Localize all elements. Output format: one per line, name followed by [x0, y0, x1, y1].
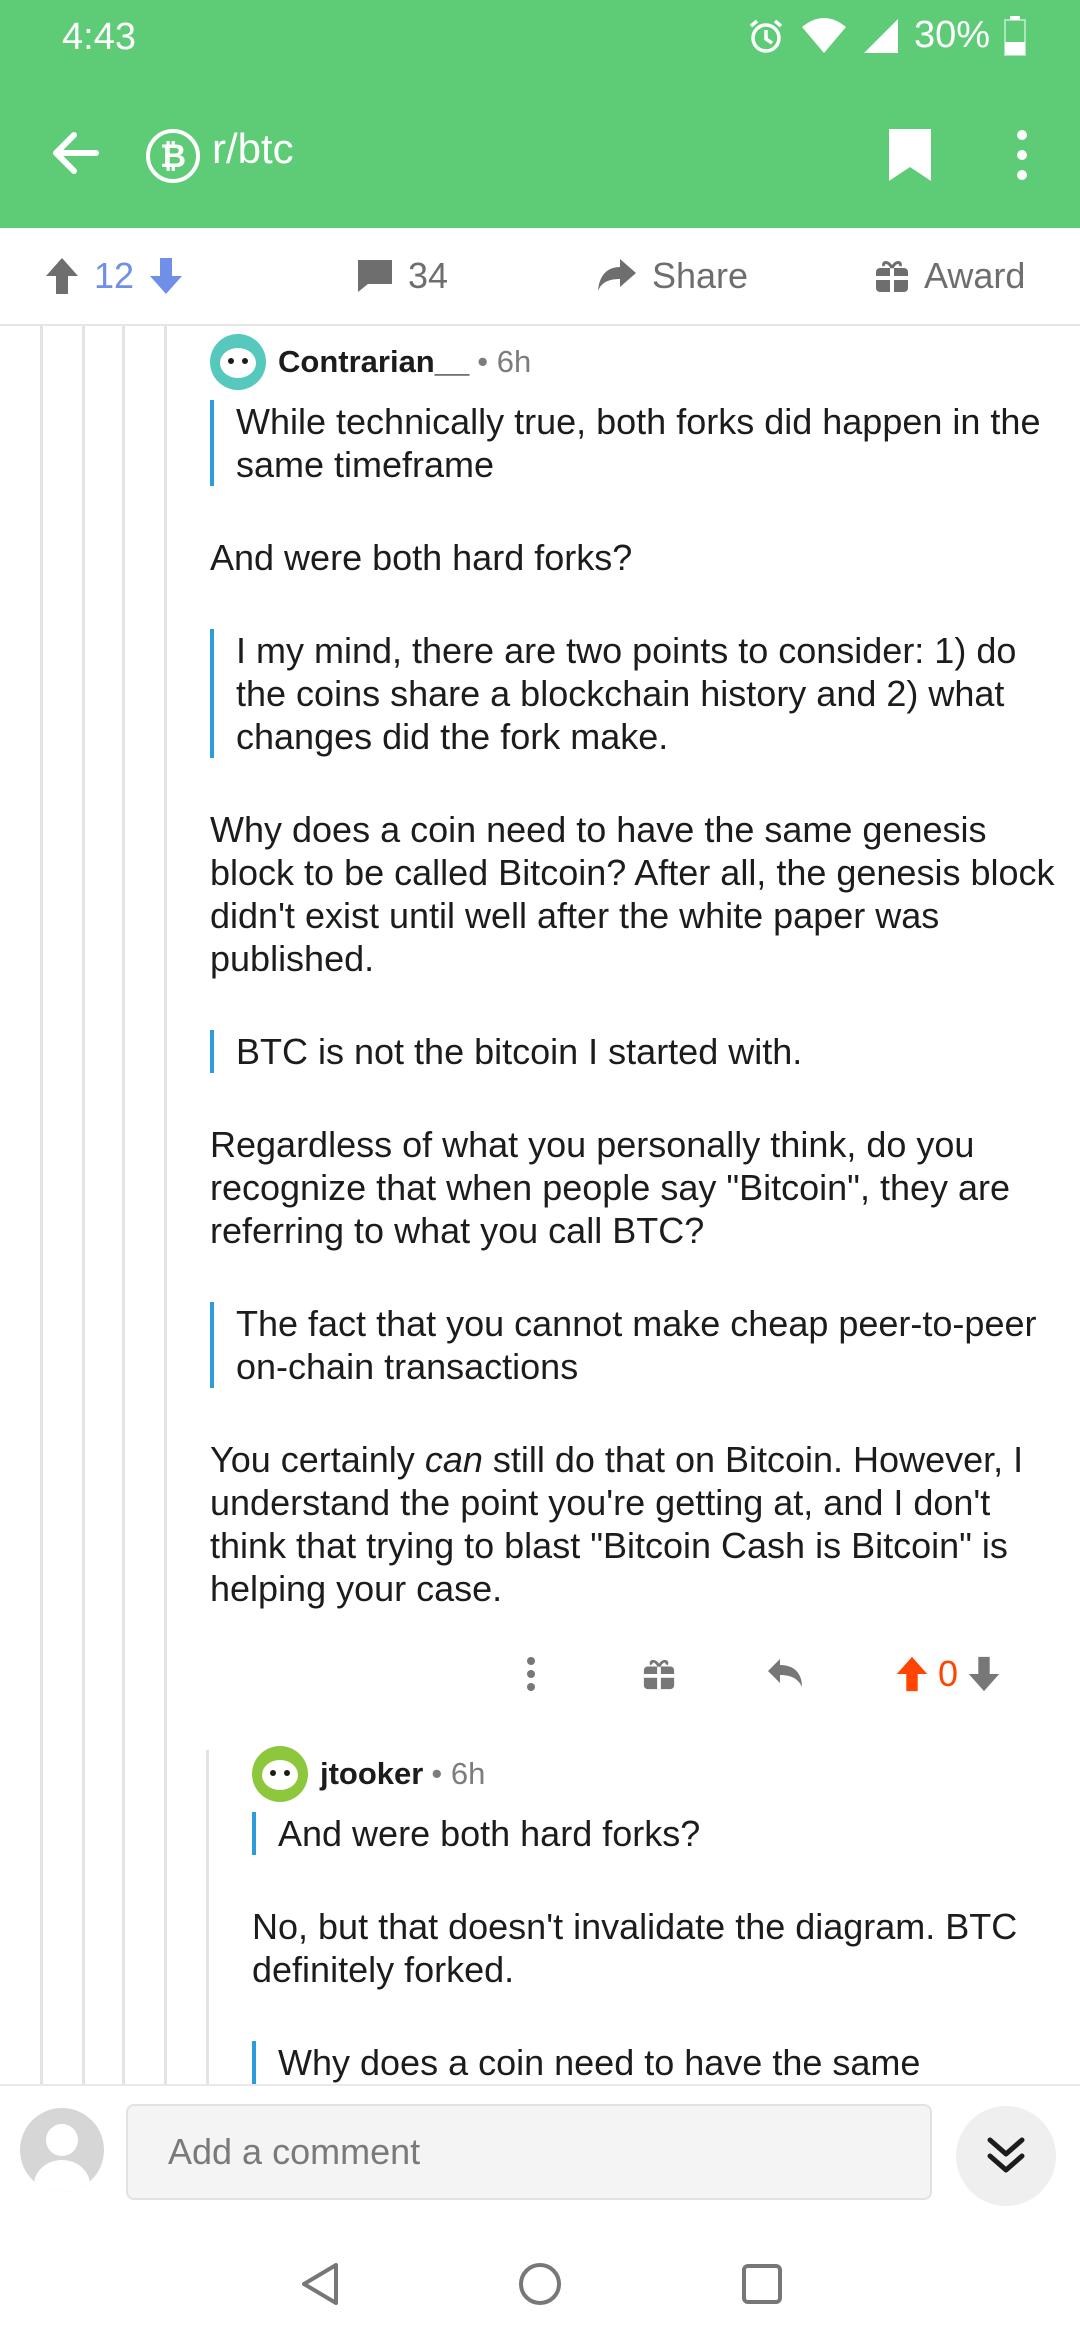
system-nav-bar	[0, 2224, 1080, 2340]
nav-recents-icon[interactable]	[732, 2254, 792, 2314]
text-emphasis: can	[424, 1439, 483, 1480]
comment-paragraph: Why does a coin need to have the same ge…	[210, 809, 1055, 979]
bookmark-icon	[889, 129, 931, 181]
signal-icon	[863, 18, 898, 53]
comment-thread: Contrarian__ • 6h While technically true…	[0, 326, 1080, 2084]
status-time: 4:43	[62, 16, 136, 58]
comment-paragraph: And were both hard forks?	[210, 537, 633, 578]
comment-paragraph: No, but that doesn't invalidate the diag…	[252, 1906, 1018, 1990]
thread-rail[interactable]	[40, 326, 43, 2084]
comment-age: 6h	[496, 344, 532, 379]
more-vert-icon[interactable]	[1000, 120, 1044, 190]
bitcoin-icon: ₿	[146, 129, 200, 183]
comment-paragraph: Regardless of what you personally think,…	[210, 1124, 1011, 1251]
comment-quote: And were both hard forks?	[252, 1812, 1060, 1855]
comment-score: 0	[938, 1653, 959, 1694]
share-icon	[598, 259, 636, 291]
comment-header: jtooker • 6h	[252, 1746, 1060, 1802]
thread-rail[interactable]	[206, 1750, 209, 2084]
comment-count: 34	[408, 255, 449, 296]
subreddit-title[interactable]: r/btc	[212, 125, 294, 173]
avatar[interactable]	[210, 334, 266, 390]
compose-bar: Add a comment	[0, 2084, 1080, 2224]
app-bar: ₿ r/btc	[0, 80, 1080, 228]
upvote-icon[interactable]	[894, 1655, 930, 1693]
award-icon	[643, 1659, 675, 1690]
comment-header: Contrarian__ • 6h	[210, 334, 1060, 390]
comment-author[interactable]: jtooker	[320, 1756, 423, 1792]
upvote-icon[interactable]	[44, 256, 80, 296]
post-score: 12	[94, 255, 135, 296]
reply-button[interactable]	[766, 1644, 806, 1704]
share-label: Share	[652, 255, 749, 296]
comment-quote: While technically true, both forks did h…	[210, 400, 1060, 486]
post-vote: 12	[44, 228, 184, 324]
comment-quote: I my mind, there are two points to consi…	[210, 629, 1060, 758]
more-vert-icon[interactable]	[526, 1644, 536, 1704]
battery-percent: 30%	[913, 14, 990, 56]
status-bar: 4:43 30%	[0, 0, 1080, 80]
downvote-icon[interactable]	[966, 1655, 1002, 1693]
comment-quote: The fact that you cannot make cheap peer…	[210, 1302, 1060, 1388]
award-button[interactable]	[642, 1644, 676, 1704]
comment-quote: BTC is not the bitcoin I started with.	[210, 1030, 1060, 1073]
text-run: You certainly	[210, 1439, 425, 1480]
chevron-double-down-icon	[987, 2137, 1025, 2173]
award-icon	[876, 261, 908, 292]
post-action-bar: 12 34 Share Award	[0, 228, 1080, 326]
status-icons: 30%	[746, 14, 1026, 57]
comment-meta: • 6h	[477, 344, 532, 379]
battery-icon	[1004, 15, 1026, 56]
thread-rail[interactable]	[122, 326, 125, 2084]
back-button[interactable]	[40, 118, 110, 188]
comment-quote: Why does a coin need to have the same	[252, 2041, 1060, 2084]
comment-author[interactable]: Contrarian__	[278, 344, 469, 380]
comment-vote: 0	[894, 1644, 1002, 1704]
comment: jtooker • 6h And were both hard forks? N…	[252, 1746, 1060, 2084]
share-button[interactable]: Share	[596, 228, 748, 324]
comments-button[interactable]: 34	[356, 228, 448, 324]
comment: Contrarian__ • 6h While technically true…	[210, 334, 1060, 1610]
nav-home-icon[interactable]	[510, 2254, 570, 2314]
thread-rail[interactable]	[82, 326, 85, 2084]
alarm-icon	[749, 19, 783, 53]
bookmark-button[interactable]	[880, 120, 940, 190]
downvote-icon[interactable]	[148, 256, 184, 296]
comment-paragraph: You certainly can still do that on Bitco…	[210, 1438, 1060, 1610]
award-button[interactable]: Award	[874, 228, 1025, 324]
comment-age: 6h	[450, 1756, 486, 1791]
collapse-thread-button[interactable]	[956, 2106, 1056, 2206]
comment-input[interactable]: Add a comment	[126, 2104, 932, 2200]
reply-icon	[768, 1659, 802, 1687]
comment-meta: • 6h	[431, 1756, 486, 1791]
back-arrow-icon	[53, 132, 99, 174]
avatar[interactable]	[252, 1746, 308, 1802]
thread-rail[interactable]	[164, 326, 167, 2084]
award-label: Award	[924, 255, 1026, 296]
comment-actions: 0	[500, 1644, 1060, 1704]
wifi-icon	[801, 17, 846, 53]
comment-icon	[358, 260, 392, 292]
user-avatar[interactable]	[20, 2108, 104, 2192]
nav-back-icon[interactable]	[290, 2254, 350, 2314]
